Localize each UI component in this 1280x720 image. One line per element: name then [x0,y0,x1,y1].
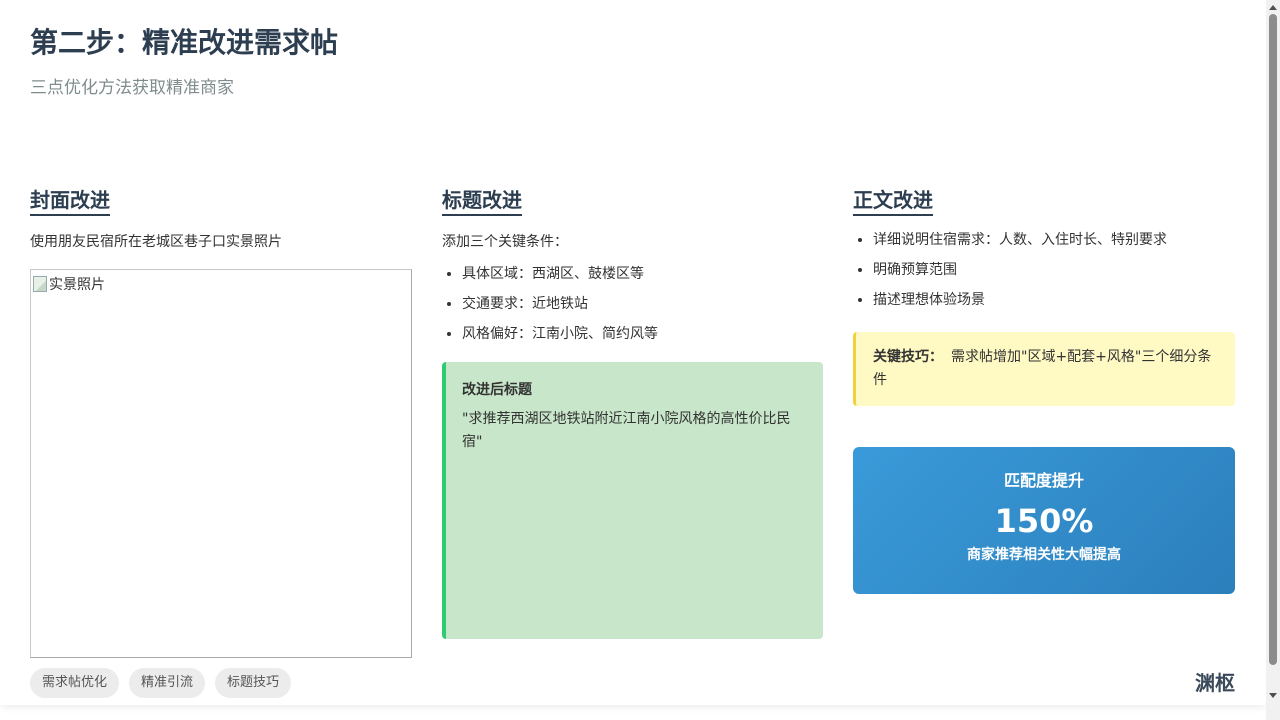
tag-demand-post[interactable]: 需求帖优化 [30,668,120,698]
cover-column: 封面改进 使用朋友民宿所在老城区巷子口实景照片 实景照片 [30,186,412,658]
key-tip-box: 关键技巧： 需求帖增加"区域+配套+风格"三个细分条件 [853,332,1235,406]
stat-description: 商家推荐相关性大幅提高 [967,547,1121,563]
page-title: 第二步：精准改进需求帖 [30,26,339,59]
scroll-thumb[interactable] [1269,14,1277,665]
cover-photo: 实景照片 [30,269,412,658]
tag-list: 需求帖优化 精准引流 标题技巧 [30,668,292,698]
page-subtitle: 三点优化方法获取精准商家 [30,78,234,98]
cover-title: 封面改进 [30,186,110,216]
broken-image-icon [33,276,47,292]
cover-description: 使用朋友民宿所在老城区巷子口实景照片 [30,234,282,250]
tag-precise-traffic[interactable]: 精准引流 [129,668,206,698]
header: 第二步：精准改进需求帖 三点优化方法获取精准商家 [30,22,338,100]
stat-label: 匹配度提升 [1003,471,1084,490]
body-requirements-list: 详细说明住宿需求：人数、入住时长、特别要求 明确预算范围 描述理想体验场景 [853,230,1235,310]
headline-column: 标题改进 添加三个关键条件： 具体区域：西湖区、鼓楼区等 交通要求：近地铁站 风… [442,186,824,639]
scroll-up-arrow-icon[interactable] [1266,0,1280,14]
key-tip-label: 关键技巧： [873,349,943,365]
list-item: 描述理想体验场景 [873,290,1235,310]
list-item: 明确预算范围 [873,260,1235,280]
headline-intro: 添加三个关键条件： [442,234,568,250]
vertical-scrollbar[interactable] [1266,0,1280,720]
slide-page: 第二步：精准改进需求帖 三点优化方法获取精准商家 封面改进 使用朋友民宿所在老城… [0,0,1266,705]
improved-title-label: 改进后标题 [462,382,532,398]
photo-alt-label: 实景照片 [49,277,105,293]
list-item: 详细说明住宿需求：人数、入住时长、特别要求 [873,230,1235,250]
body-title: 正文改进 [853,186,933,216]
headline-title: 标题改进 [442,186,522,216]
tag-title-tips[interactable]: 标题技巧 [215,668,292,698]
improved-title-box: 改进后标题 "求推荐西湖区地铁站附近江南小院风格的高性价比民宿" [442,362,823,639]
list-item: 具体区域：西湖区、鼓楼区等 [462,264,824,284]
match-stat-card: 匹配度提升 150% 商家推荐相关性大幅提高 [853,447,1235,594]
photo-alt-text: 实景照片 [33,274,105,294]
body-column: 正文改进 详细说明住宿需求：人数、入住时长、特别要求 明确预算范围 描述理想体验… [853,186,1235,594]
improved-title-text: "求推荐西湖区地铁站附近江南小院风格的高性价比民宿" [462,411,791,450]
list-item: 风格偏好：江南小院、简约风等 [462,324,824,344]
headline-conditions-list: 具体区域：西湖区、鼓楼区等 交通要求：近地铁站 风格偏好：江南小院、简约风等 [442,264,824,344]
list-item: 交通要求：近地铁站 [462,294,824,314]
stat-value: 150% [994,502,1094,540]
scroll-down-arrow-icon[interactable] [1266,688,1280,702]
brand-logo: 渊枢 [1195,671,1235,695]
